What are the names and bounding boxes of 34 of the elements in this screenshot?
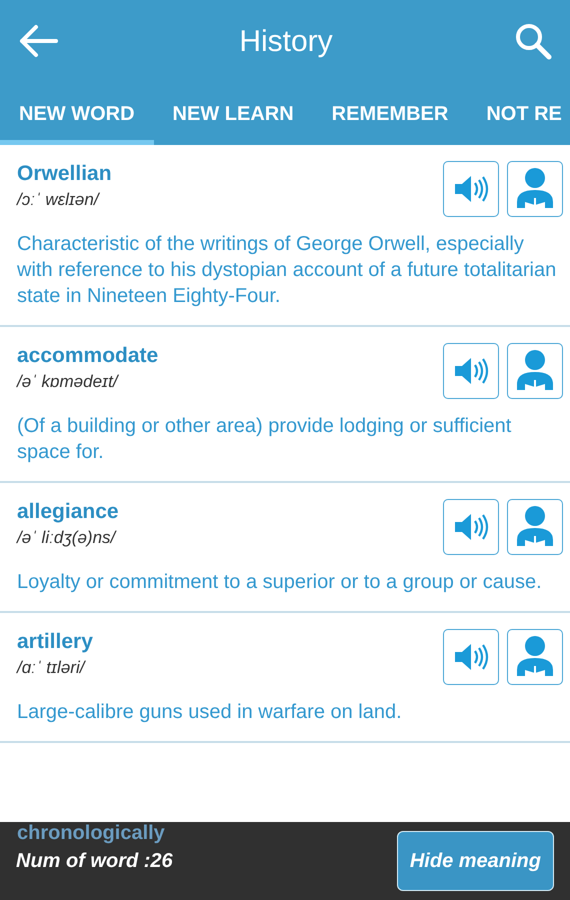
speaker-icon <box>453 174 489 204</box>
speaker-icon <box>453 642 489 672</box>
tab[interactable]: REMEMBER <box>312 82 468 145</box>
word-title: Orwellian <box>17 161 112 187</box>
speaker-icon <box>453 356 489 386</box>
tab[interactable]: NEW WORD <box>0 82 154 145</box>
phonetic-text: /əˈ kɒmədeɪt/ <box>17 371 120 393</box>
screen-title: History <box>239 24 333 60</box>
back-button[interactable] <box>18 24 58 58</box>
reader-button[interactable] <box>507 499 563 555</box>
word-title: allegiance <box>17 499 119 525</box>
meaning-text: Large-calibre guns used in warfare on land. <box>17 700 403 725</box>
meaning-text: (Of a building or other area) provide lodging or sufficient space for. <box>17 414 512 465</box>
meaning-text: Loyalty or commitment to a superior or to a group or cause. <box>17 570 543 595</box>
phonetic-text: /ɑːˈ tɪləri/ <box>17 657 87 679</box>
reader-button[interactable] <box>507 629 563 685</box>
meaning-text: Characteristic of the writings of George Orwell, especially with reference to his dystopian account of a future totalitarian state in Nineteen Eighty-Four. <box>17 232 558 309</box>
word-title: accommodate <box>17 343 158 369</box>
speaker-button[interactable] <box>443 343 499 399</box>
word-title: artillery <box>17 629 93 655</box>
word-count: Num of word :26 <box>16 849 173 874</box>
tab[interactable]: NOT RE <box>467 82 570 145</box>
speaker-icon <box>453 512 489 542</box>
search-button[interactable] <box>514 22 552 60</box>
phonetic-text: /əˈ liːdʒ(ə)ns/ <box>17 527 118 549</box>
tab[interactable]: NEW LEARN <box>154 82 313 145</box>
reader-button[interactable] <box>507 161 563 217</box>
speaker-button[interactable] <box>443 161 499 217</box>
hide-meaning-button[interactable]: Hide meaning <box>396 831 554 891</box>
speaker-button[interactable] <box>443 499 499 555</box>
phonetic-text: /ɔːˈ wɛlɪən/ <box>17 189 101 211</box>
reader-button[interactable] <box>507 343 563 399</box>
speaker-button[interactable] <box>443 629 499 685</box>
word-title: chronologically <box>17 821 165 846</box>
